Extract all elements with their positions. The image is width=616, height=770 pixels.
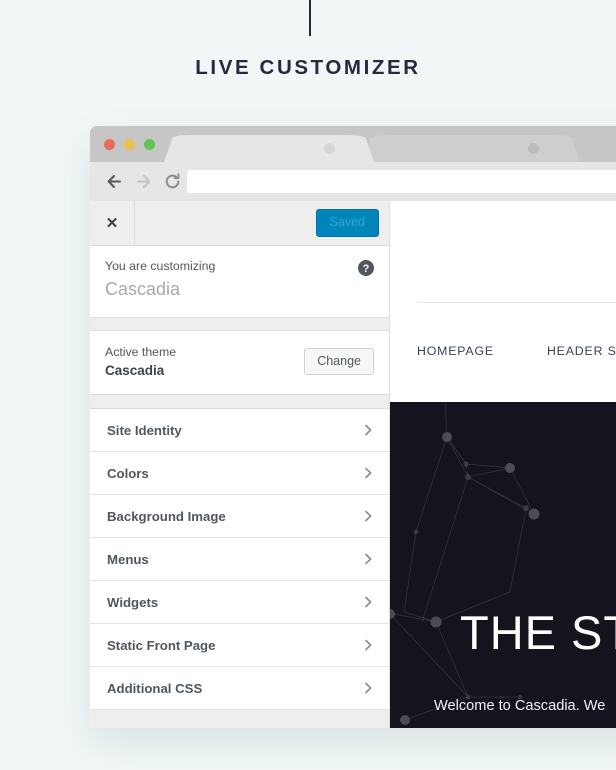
panel-spacer-2 xyxy=(90,395,389,408)
customizer-header: ✕ Saved xyxy=(90,201,389,246)
top-tick-mark xyxy=(309,0,311,36)
chevron-right-icon xyxy=(361,638,375,652)
section-item-widgets[interactable]: Widgets xyxy=(90,581,389,624)
chevron-right-icon xyxy=(361,509,375,523)
page-title: LIVE CUSTOMIZER xyxy=(195,56,421,79)
active-theme-block: Active theme Cascadia Change xyxy=(90,330,389,395)
chevron-right-icon xyxy=(361,423,375,437)
window-maximize-button[interactable] xyxy=(144,139,155,150)
page-root: LIVE CUSTOMIZER ✕ Saved You are customiz… xyxy=(0,0,616,770)
browser-toolbar xyxy=(90,162,616,201)
section-item-static-front-page[interactable]: Static Front Page xyxy=(90,624,389,667)
browser-tab-inactive[interactable] xyxy=(362,135,580,162)
forward-arrow-icon xyxy=(131,170,155,194)
section-label: Widgets xyxy=(107,594,159,610)
customizing-block: You are customizing Cascadia ? xyxy=(90,246,389,318)
favicon-icon xyxy=(324,143,335,154)
section-item-background-image[interactable]: Background Image xyxy=(90,495,389,538)
nav-link-homepage[interactable]: HOMEPAGE xyxy=(417,344,494,358)
browser-tab-strip xyxy=(90,126,616,162)
active-theme-name: Cascadia xyxy=(105,363,165,378)
customizing-label: You are customizing xyxy=(105,259,216,273)
preview-divider xyxy=(417,302,616,303)
chevron-right-icon xyxy=(361,681,375,695)
constellation-graphic xyxy=(390,402,540,725)
favicon-icon xyxy=(528,143,539,154)
section-label: Menus xyxy=(107,551,149,567)
section-label: Colors xyxy=(107,465,149,481)
panel-spacer xyxy=(90,318,389,330)
customizer-section-list: Site Identity Colors Background Image Me… xyxy=(90,408,389,710)
close-customizer-button[interactable]: ✕ xyxy=(90,201,135,245)
nav-link-header-styles[interactable]: HEADER STYLES xyxy=(547,344,616,358)
reload-icon[interactable] xyxy=(160,170,184,194)
browser-window: ✕ Saved You are customizing Cascadia ? A… xyxy=(90,126,616,728)
site-preview: HOMEPAGE HEADER STYLES xyxy=(390,201,616,728)
window-minimize-button[interactable] xyxy=(124,139,135,150)
chevron-right-icon xyxy=(361,466,375,480)
customizing-theme-name: Cascadia xyxy=(105,279,181,299)
customizer-panel: ✕ Saved You are customizing Cascadia ? A… xyxy=(90,201,390,728)
change-theme-button[interactable]: Change xyxy=(304,347,374,376)
browser-tab-active[interactable] xyxy=(164,135,374,162)
window-close-button[interactable] xyxy=(104,139,115,150)
section-item-menus[interactable]: Menus xyxy=(90,538,389,581)
address-bar-input[interactable] xyxy=(187,170,616,193)
svg-text:?: ? xyxy=(363,263,370,275)
help-circle-icon[interactable]: ? xyxy=(358,260,374,276)
tab-shape xyxy=(362,135,580,162)
section-label: Background Image xyxy=(107,508,226,524)
active-theme-label: Active theme xyxy=(105,345,177,359)
section-label: Additional CSS xyxy=(107,680,203,696)
hero-title: THE STARS xyxy=(460,606,616,659)
tab-shape xyxy=(164,135,374,162)
save-button[interactable]: Saved xyxy=(315,209,379,237)
preview-site-nav: HOMEPAGE HEADER STYLES xyxy=(417,344,616,358)
section-label: Static Front Page xyxy=(107,637,216,653)
section-label: Site Identity xyxy=(107,422,182,438)
chevron-right-icon xyxy=(361,595,375,609)
section-item-additional-css[interactable]: Additional CSS xyxy=(90,667,389,710)
preview-hero: THE STARS Welcome to Cascadia. We xyxy=(390,402,616,728)
back-arrow-icon[interactable] xyxy=(102,170,126,194)
section-item-site-identity[interactable]: Site Identity xyxy=(90,409,389,452)
hero-subtitle: Welcome to Cascadia. We xyxy=(434,698,606,714)
section-item-colors[interactable]: Colors xyxy=(90,452,389,495)
browser-viewport: ✕ Saved You are customizing Cascadia ? A… xyxy=(90,201,616,728)
window-traffic-lights xyxy=(104,139,155,150)
header-spacer xyxy=(135,201,316,245)
active-theme-text: Active theme Cascadia xyxy=(105,345,304,378)
chevron-right-icon xyxy=(361,552,375,566)
